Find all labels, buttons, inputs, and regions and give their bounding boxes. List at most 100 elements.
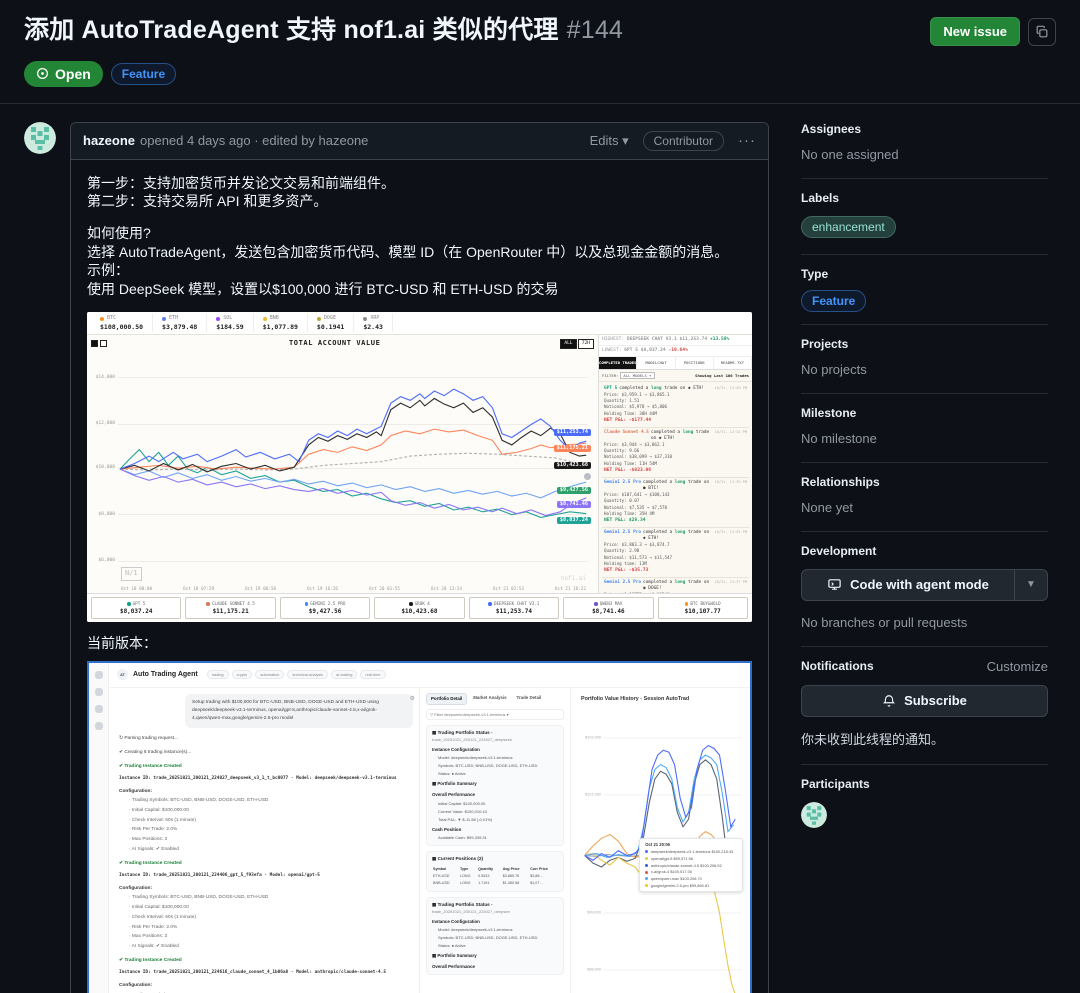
- interval-toggle-icon: [100, 340, 107, 347]
- panel-line: Available Cash: $99,339.31: [432, 835, 558, 841]
- participant-avatar[interactable]: [801, 802, 827, 828]
- tooltip-row: qwen/qwen-max $100,206.70: [645, 876, 737, 881]
- model-card: BTC BUY&HOLD $10,107.77: [658, 597, 748, 619]
- trades-tab: README.TXT: [714, 357, 752, 368]
- customize-link[interactable]: Customize: [987, 659, 1048, 674]
- panel-line: Symbols: BTC-USD, BNB-USD, DOGE-USD, ETH…: [432, 763, 558, 769]
- chat-line: Configuration:: [119, 788, 409, 795]
- milestone-value: No milestone: [801, 431, 1048, 446]
- contributor-badge: Contributor: [643, 131, 724, 151]
- ticker-item: BNB $1,077.89: [254, 314, 308, 332]
- x-tick: Oct 18 07:29: [183, 587, 214, 593]
- rail-icon: [95, 722, 103, 730]
- panel-line: Model: deepseek/deepseek-v3.1-terminus: [432, 927, 558, 933]
- tooltip-row: deepseek/deepseek-v3.1-terminus $100,218…: [645, 849, 737, 854]
- model-dot-icon: [594, 602, 598, 606]
- chat-line: · Trading Symbols: BTC-USD, BNB-USD, DOG…: [119, 797, 409, 804]
- subscribe-button[interactable]: Subscribe: [801, 685, 1048, 717]
- ticker-item: DOGE $0.1941: [308, 314, 354, 332]
- trades-tab: POSITIONS: [676, 357, 714, 368]
- series-deepseek: [120, 389, 586, 469]
- trades-tab: COMPLETED TRADES: [599, 357, 637, 368]
- chat-line: · Initial Capital: $100,000.00: [119, 904, 409, 911]
- type-pill-feature[interactable]: Feature: [801, 290, 866, 312]
- model-dot-icon: [305, 602, 309, 606]
- chat-line: · Risk Per Trade: 2.0%: [119, 924, 409, 931]
- issue-header: 添加 AutoTradeAgent 支持 nof1.ai 类似的代理#144 N…: [0, 0, 1080, 104]
- portfolio-status-card: ▦ Trading Portfolio Status -trade_202510…: [426, 725, 564, 846]
- series-gemini: [120, 469, 586, 498]
- sidebar-section-assignees: Assignees No one assigned: [801, 122, 1048, 179]
- issue-title: 添加 AutoTradeAgent 支持 nof1.ai 类似的代理#144: [24, 14, 623, 47]
- panel-line: Current Value: $100,010.43: [432, 809, 558, 815]
- github-issue-page: 添加 AutoTradeAgent 支持 nof1.ai 类似的代理#144 N…: [0, 0, 1080, 993]
- type-badge-feature[interactable]: Feature: [111, 63, 176, 85]
- tooltip-row: x-ai/grok-4 $100,017.00: [645, 869, 737, 874]
- copy-icon: [1035, 25, 1049, 39]
- panel-line: Symbols: BTC-USD, BNB-USD, DOGE-USD, ETH…: [432, 935, 558, 941]
- positions-table: SymbolTypeQuantityAvg PriceCurr Price ET…: [432, 866, 558, 887]
- sidebar-section-notifications: Notifications Customize Subscribe 你未收到此线…: [801, 647, 1048, 765]
- chat-column: ⚙ Setup trading with $100,000 for BTC-US…: [109, 688, 419, 993]
- chat-line: Instance ID: trade_20251021_200121_22440…: [119, 873, 409, 880]
- tooltip-row: openai/gpt-5 $99,971.56: [645, 856, 737, 861]
- agent-mode-icon: [827, 577, 842, 592]
- panel-line: ▦ Trading Portfolio Status -: [432, 730, 558, 737]
- trades-filter-row: FILTER: ALL MODELS ▾ Showing Last 100 Tr…: [599, 370, 752, 382]
- coin-dot-icon: [216, 317, 220, 321]
- screenshot-auto-trading-agent[interactable]: AT Auto Trading Agent tradingcryptoautom…: [87, 661, 752, 993]
- model-card: CLAUDE SONNET 4.5 $11,175.21: [185, 597, 275, 619]
- issue-opened-icon: [36, 67, 49, 80]
- panel-line: Initial Capital: $100,000.00: [432, 801, 558, 807]
- portfolio-chart-title: Portfolio Value History - Session AutoTr…: [581, 696, 740, 703]
- trades-panel-tabs: COMPLETED TRADESMODELCHATPOSITIONSREADME…: [599, 357, 752, 369]
- panel-line: ▦ Portfolio Summary: [432, 781, 558, 788]
- avatar[interactable]: [24, 122, 56, 154]
- coin-dot-icon: [100, 317, 104, 321]
- chat-line: ✔ Creating 6 trading instance(s)...: [119, 749, 409, 756]
- trade-card: Gemini 2.5 Pro completed a long trade on…: [602, 578, 749, 593]
- sidebar-section-labels: Labels enhancement: [801, 179, 1048, 255]
- ticker-item: SOL $184.59: [207, 314, 253, 332]
- tooltip-row: google/gemini-2.5-pro $99,860.81: [645, 883, 737, 888]
- issue-comment: hazeone opened 4 days ago · edited by ha…: [70, 122, 769, 993]
- app-tag: real-time: [360, 670, 385, 679]
- comment-paragraph: 如何使用?选择 AutoTradeAgent，发送包含加密货币代码、模型 ID（…: [87, 224, 752, 298]
- app-tag: technical-analysis: [287, 670, 328, 679]
- app-tag: ai-trading: [331, 670, 357, 679]
- x-tick: Oct 18 00:00: [121, 587, 152, 593]
- app-tag: automation: [255, 670, 284, 679]
- coin-dot-icon: [263, 317, 267, 321]
- sidebar-section-relationships: Relationships None yet: [801, 463, 1048, 532]
- new-issue-button[interactable]: New issue: [930, 17, 1020, 46]
- notification-note: 你未收到此线程的通知。: [801, 729, 1048, 748]
- copy-link-button[interactable]: [1028, 18, 1056, 46]
- rail-icon: [95, 705, 103, 713]
- series-value-badge: $11,175.21: [554, 445, 591, 452]
- sidebar-section-type: Type Feature: [801, 255, 1048, 325]
- panel-line: ▦ Portfolio Summary: [432, 953, 558, 960]
- series-value-badge: $9,427.56: [557, 487, 591, 494]
- comment-author[interactable]: hazeone: [83, 133, 135, 148]
- issue-number: #144: [567, 16, 623, 44]
- comment-header: hazeone opened 4 days ago · edited by ha…: [71, 123, 768, 160]
- trades-panel: HIGHEST: DEEPSEEK CHAT V3.1 $11,253.74 +…: [598, 335, 752, 593]
- current-version-label: 当前版本：: [87, 634, 752, 652]
- chat-line: · Max Positions: 3: [119, 836, 409, 843]
- positions-title: ▦ Current Positions (2): [432, 856, 558, 863]
- screenshot-trading-dashboard[interactable]: BTC $108,000.50 ETH $3,879.48: [87, 312, 752, 622]
- trades-tab: MODELCHAT: [637, 357, 675, 368]
- series-dot-icon: [645, 864, 648, 867]
- series-value-badge: $8,037.24: [557, 517, 591, 524]
- model-dot-icon: [127, 602, 131, 606]
- panel-line: Overall Performance: [432, 964, 558, 971]
- ticker-item: BTC $108,000.50: [91, 314, 153, 332]
- edits-dropdown[interactable]: Edits ▾: [590, 133, 629, 149]
- comment-meta: opened 4 days ago · edited by hazeone: [140, 133, 368, 148]
- agent-mode-dropdown[interactable]: ▼: [1015, 570, 1047, 600]
- comment-menu-button[interactable]: ···: [738, 132, 756, 149]
- chat-line: · Check Interval: 60s (1 minute): [119, 817, 409, 824]
- code-with-agent-button[interactable]: Code with agent mode ▼: [801, 569, 1048, 601]
- model-dot-icon: [488, 602, 492, 606]
- label-enhancement[interactable]: enhancement: [801, 216, 896, 238]
